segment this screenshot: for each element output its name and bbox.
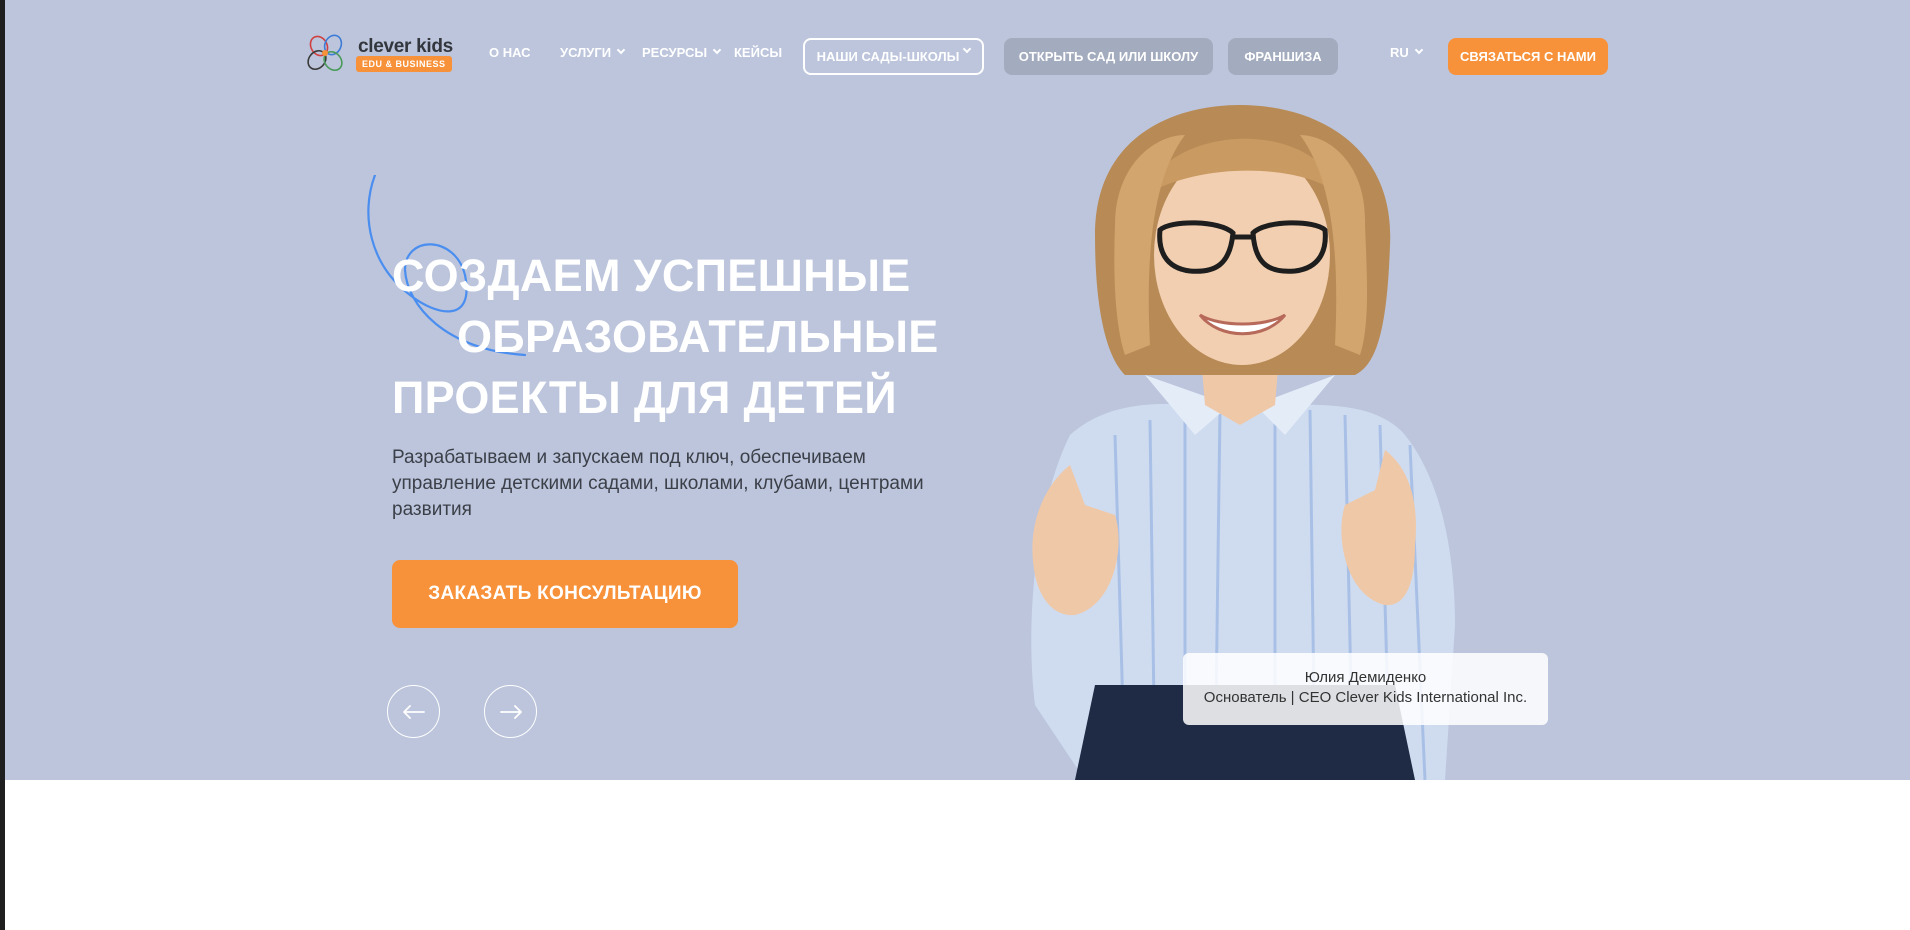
hero-subtitle: Разрабатываем и запускаем под ключ, обес… — [392, 447, 924, 520]
logo-text: clever kids — [358, 36, 453, 57]
nav-services[interactable]: УСЛУГИ — [560, 45, 626, 60]
logo[interactable]: clever kids EDU & BUSINESS — [303, 30, 453, 82]
language-label: RU — [1390, 45, 1409, 60]
language-selector[interactable]: RU — [1390, 45, 1424, 60]
order-consultation-button[interactable]: ЗАКАЗАТЬ КОНСУЛЬТАЦИЮ — [392, 560, 738, 628]
nav-about[interactable]: О НАС — [489, 45, 531, 60]
hero-title: СОЗДАЕМ УСПЕШНЫЕ ОБРАЗОВАТЕЛЬНЫЕ ПРОЕКТЫ… — [392, 245, 1012, 428]
next-slide-button[interactable] — [484, 685, 537, 738]
nav-resources[interactable]: РЕСУРСЫ — [642, 45, 722, 60]
founder-caption: Юлия Демиденко Основатель | CEO Clever K… — [1183, 653, 1548, 725]
chevron-down-icon — [712, 45, 722, 55]
our-schools-label: НАШИ САДЫ-ШКОЛЫ — [816, 49, 960, 64]
nav-resources-label: РЕСУРСЫ — [642, 45, 708, 60]
franchise-button[interactable]: ФРАНШИЗА — [1228, 38, 1338, 75]
hero-section: clever kids EDU & BUSINESS О НАС УСЛУГИ … — [5, 0, 1910, 780]
prev-slide-button[interactable] — [387, 685, 440, 738]
founder-role: Основатель | CEO Clever Kids Internation… — [1203, 689, 1528, 706]
chevron-down-icon — [616, 45, 626, 55]
flower-logo-icon — [307, 34, 343, 72]
contact-button[interactable]: СВЯЗАТЬСЯ С НАМИ — [1448, 38, 1608, 75]
arrow-right-icon — [499, 704, 522, 719]
logo-badge: EDU & BUSINESS — [356, 56, 452, 72]
chevron-down-icon — [963, 44, 972, 53]
founder-name: Юлия Демиденко — [1304, 669, 1427, 686]
hero-title-line3: ПРОЕКТЫ ДЛЯ ДЕТЕЙ — [392, 372, 897, 423]
our-schools-button[interactable]: НАШИ САДЫ-ШКОЛЫ — [803, 38, 984, 75]
hero-title-line2: ОБРАЗОВАТЕЛЬНЫЕ — [457, 311, 939, 362]
arrow-left-icon — [402, 704, 425, 719]
chevron-down-icon — [1414, 45, 1424, 55]
nav-services-label: УСЛУГИ — [560, 45, 612, 60]
hero-title-line1: СОЗДАЕМ УСПЕШНЫЕ — [392, 250, 911, 301]
open-school-button[interactable]: ОТКРЫТЬ САД ИЛИ ШКОЛУ — [1004, 38, 1213, 75]
nav-cases[interactable]: КЕЙСЫ — [734, 45, 782, 60]
